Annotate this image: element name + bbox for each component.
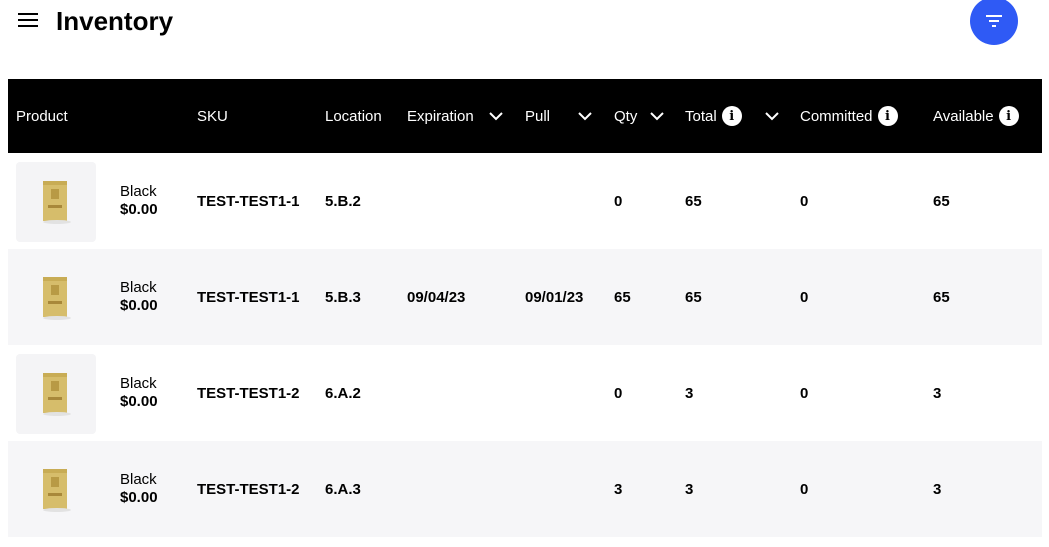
product-thumbnail xyxy=(16,162,96,242)
product-bag-image xyxy=(43,181,71,224)
column-header-total[interactable]: Total i xyxy=(685,79,742,153)
column-header-location[interactable]: Location xyxy=(325,79,382,153)
available-cell: 3 xyxy=(933,480,942,498)
table-row[interactable]: Black $0.00 TEST-TEST1-1 5.B.2 0 65 0 65 xyxy=(8,153,1042,249)
column-header-qty[interactable]: Qty xyxy=(614,79,637,153)
column-header-product[interactable]: Product xyxy=(16,79,68,153)
column-header-committed[interactable]: Committed i xyxy=(800,79,898,153)
column-header-sku[interactable]: SKU xyxy=(197,79,228,153)
product-thumbnail xyxy=(16,354,96,434)
info-icon[interactable]: i xyxy=(877,106,898,126)
product-price: $0.00 xyxy=(120,297,158,314)
product-info: Black $0.00 xyxy=(120,183,158,219)
total-cell: 65 xyxy=(685,192,702,210)
total-cell: 3 xyxy=(685,480,694,498)
product-thumbnail xyxy=(16,258,96,338)
committed-cell: 0 xyxy=(800,480,809,498)
filter-button[interactable] xyxy=(970,0,1018,45)
product-name: Black xyxy=(120,279,157,296)
qty-cell: 0 xyxy=(614,192,623,210)
product-price: $0.00 xyxy=(120,201,158,218)
sku-cell: TEST-TEST1-1 xyxy=(197,288,300,306)
column-header-expiration[interactable]: Expiration xyxy=(407,79,474,153)
info-icon[interactable]: i xyxy=(721,106,742,126)
filter-icon xyxy=(986,15,1002,27)
available-cell: 3 xyxy=(933,384,942,402)
table-row[interactable]: Black $0.00 TEST-TEST1-2 6.A.2 0 3 0 3 xyxy=(8,345,1042,441)
product-bag-image xyxy=(43,373,71,416)
sku-cell: TEST-TEST1-1 xyxy=(197,192,300,210)
committed-cell: 0 xyxy=(800,288,809,306)
qty-cell: 3 xyxy=(614,480,623,498)
sku-cell: TEST-TEST1-2 xyxy=(197,384,300,402)
available-cell: 65 xyxy=(933,288,950,306)
location-cell: 6.A.2 xyxy=(325,384,361,402)
chevron-down-icon[interactable] xyxy=(764,79,780,153)
page-title: Inventory xyxy=(56,6,174,36)
hamburger-menu-icon[interactable] xyxy=(18,12,38,28)
product-name: Black xyxy=(120,375,157,392)
chevron-down-icon[interactable] xyxy=(577,79,593,153)
product-name: Black xyxy=(120,471,157,488)
product-info: Black $0.00 xyxy=(120,279,158,315)
location-cell: 5.B.3 xyxy=(325,288,361,306)
table-row[interactable]: Black $0.00 TEST-TEST1-2 6.A.3 3 3 0 3 xyxy=(8,441,1042,537)
top-bar: Inventory xyxy=(0,0,1049,60)
product-bag-image xyxy=(43,277,71,320)
sku-cell: TEST-TEST1-2 xyxy=(197,480,300,498)
product-price: $0.00 xyxy=(120,393,158,410)
table-header: Product SKU Location Expiration Pull Qty… xyxy=(8,79,1042,153)
location-cell: 6.A.3 xyxy=(325,480,361,498)
column-header-available[interactable]: Available i xyxy=(933,79,1019,153)
product-bag-image xyxy=(43,469,71,512)
table-row[interactable]: Black $0.00 TEST-TEST1-1 5.B.3 09/04/23 … xyxy=(8,249,1042,345)
qty-cell: 65 xyxy=(614,288,631,306)
available-cell: 65 xyxy=(933,192,950,210)
inventory-table: Product SKU Location Expiration Pull Qty… xyxy=(8,79,1042,537)
pull-cell: 09/01/23 xyxy=(525,288,584,306)
location-cell: 5.B.2 xyxy=(325,192,361,210)
chevron-down-icon[interactable] xyxy=(488,79,504,153)
product-thumbnail xyxy=(16,450,96,530)
total-cell: 3 xyxy=(685,384,694,402)
committed-cell: 0 xyxy=(800,192,809,210)
committed-cell: 0 xyxy=(800,384,809,402)
product-info: Black $0.00 xyxy=(120,471,158,507)
expiration-cell: 09/04/23 xyxy=(407,288,466,306)
qty-cell: 0 xyxy=(614,384,623,402)
product-name: Black xyxy=(120,183,157,200)
product-info: Black $0.00 xyxy=(120,375,158,411)
product-price: $0.00 xyxy=(120,489,158,506)
column-header-pull[interactable]: Pull xyxy=(525,79,550,153)
chevron-down-icon[interactable] xyxy=(649,79,665,153)
info-icon[interactable]: i xyxy=(998,106,1019,126)
total-cell: 65 xyxy=(685,288,702,306)
